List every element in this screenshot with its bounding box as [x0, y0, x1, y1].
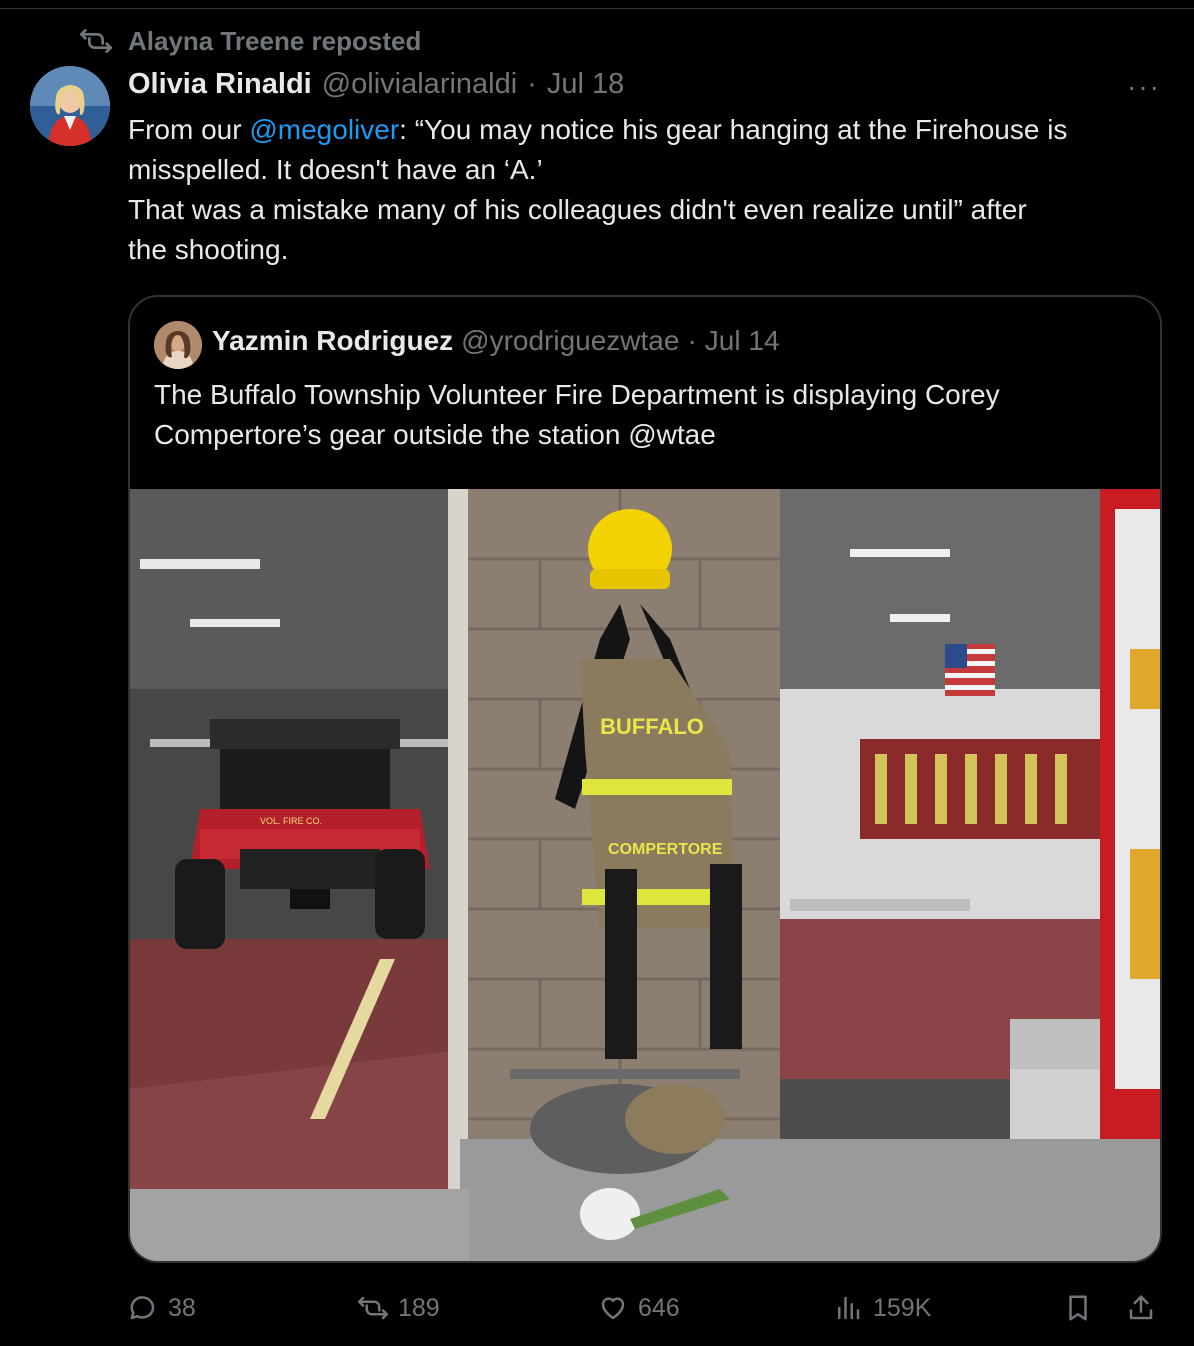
quoted-tweet-text: The Buffalo Township Volunteer Fire Depa… — [154, 375, 1134, 455]
repost-count: 189 — [398, 1293, 440, 1322]
jacket-text-buffalo: BUFFALO — [600, 714, 704, 739]
repost-button[interactable]: 189 — [358, 1288, 440, 1328]
tweet-text: From our @megoliver: “You may notice his… — [128, 110, 1168, 270]
tweet-date[interactable]: Jul 18 — [547, 68, 624, 101]
bookmark-icon — [1069, 1295, 1087, 1321]
tweet-action-bar: 38 189 646 159K — [128, 1288, 1168, 1328]
quoted-header-separator: · — [687, 325, 697, 356]
quoted-tweet-date[interactable]: Jul 14 — [705, 325, 780, 357]
like-button[interactable]: 646 — [598, 1288, 680, 1328]
top-divider — [0, 8, 1194, 9]
quoted-author-handle[interactable]: @yrodriguezwtae — [461, 325, 679, 357]
author-handle[interactable]: @olivialarinaldi — [322, 68, 517, 101]
repost-icon — [80, 29, 112, 53]
tweet-text-line-4: the shooting. — [128, 234, 289, 265]
quoted-tweet-header: Yazmin Rodriguez @yrodriguezwtae · Jul 1… — [212, 325, 780, 361]
repost-icon — [358, 1296, 388, 1320]
mention-link[interactable]: @megoliver — [249, 114, 399, 145]
reply-icon — [130, 1296, 155, 1320]
reply-count: 38 — [168, 1293, 196, 1322]
tweet-text-segment: From our — [128, 114, 250, 145]
repost-indicator[interactable]: Alayna Treene reposted — [80, 26, 421, 56]
quoted-author-avatar[interactable] — [154, 321, 202, 369]
heart-icon — [601, 1297, 625, 1320]
views-button[interactable]: 159K — [833, 1288, 931, 1328]
quoted-author-name[interactable]: Yazmin Rodriguez — [212, 325, 453, 357]
quoted-tweet-card[interactable]: Yazmin Rodriguez @yrodriguezwtae · Jul 1… — [128, 295, 1162, 1263]
share-button[interactable] — [1126, 1288, 1156, 1328]
header-separator: · — [527, 68, 537, 100]
repost-text: Alayna Treene reposted — [128, 25, 422, 56]
author-avatar[interactable] — [30, 66, 110, 146]
bookmark-button[interactable] — [1063, 1288, 1093, 1328]
tweet-text-line-3: That was a mistake many of his colleague… — [128, 194, 1027, 225]
tweet-text-line-1: From our @megoliver: “You may notice his… — [128, 110, 1168, 150]
vehicle-lettering: VOL. FIRE CO. — [260, 816, 322, 826]
tweet-photo[interactable]: VOL. FIRE CO. BUFFALO COMPERTORE — [130, 489, 1160, 1261]
tweet-text-segment: : “You may notice his gear hanging at th… — [399, 114, 1068, 145]
views-chart-icon — [838, 1296, 860, 1320]
author-name[interactable]: Olivia Rinaldi — [128, 68, 312, 101]
reply-button[interactable]: 38 — [128, 1288, 196, 1328]
views-count: 159K — [873, 1293, 932, 1322]
quoted-text-line-1: The Buffalo Township Volunteer Fire Depa… — [154, 379, 1000, 410]
tweet-header: Olivia Rinaldi @olivialarinaldi · Jul 18 — [128, 68, 624, 104]
jacket-text-name: COMPERTORE — [608, 841, 723, 858]
like-count: 646 — [638, 1293, 680, 1322]
tweet-text-line-2: misspelled. It doesn't have an ‘A.’ — [128, 154, 543, 185]
quoted-text-line-2: Compertore’s gear outside the station @w… — [154, 419, 716, 450]
more-options-icon[interactable]: ··· — [1124, 72, 1164, 102]
share-icon — [1129, 1295, 1153, 1320]
